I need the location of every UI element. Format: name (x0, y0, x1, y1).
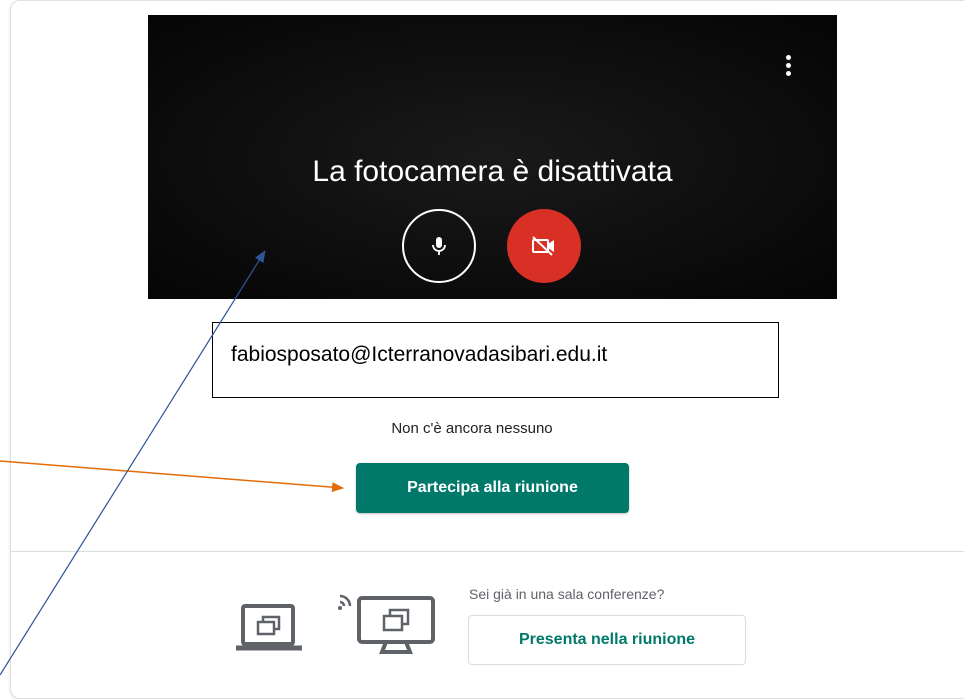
participants-status: Non c'è ancora nessuno (391, 420, 553, 437)
more-options-button[interactable] (776, 50, 800, 80)
video-preview: La fotocamera è disattivata (148, 15, 837, 299)
cast-to-screen-icon (236, 594, 435, 654)
present-in-meeting-button[interactable]: Presenta nella riunione (468, 615, 746, 665)
account-email-box: fabiosposato@Icterranovadasibari.edu.it (212, 322, 779, 398)
conference-room-question: Sei già in una sala conferenze? (469, 586, 665, 602)
camera-off-message: La fotocamera è disattivata (312, 155, 673, 188)
camera-off-icon (532, 236, 554, 256)
section-divider (10, 551, 964, 552)
account-email: fabiosposato@Icterranovadasibari.edu.it (231, 343, 608, 366)
microphone-toggle-button[interactable] (402, 209, 476, 283)
microphone-icon (432, 237, 446, 255)
camera-toggle-button[interactable] (507, 209, 581, 283)
more-vert-icon (785, 54, 791, 60)
join-meeting-button[interactable]: Partecipa alla riunione (356, 463, 629, 513)
